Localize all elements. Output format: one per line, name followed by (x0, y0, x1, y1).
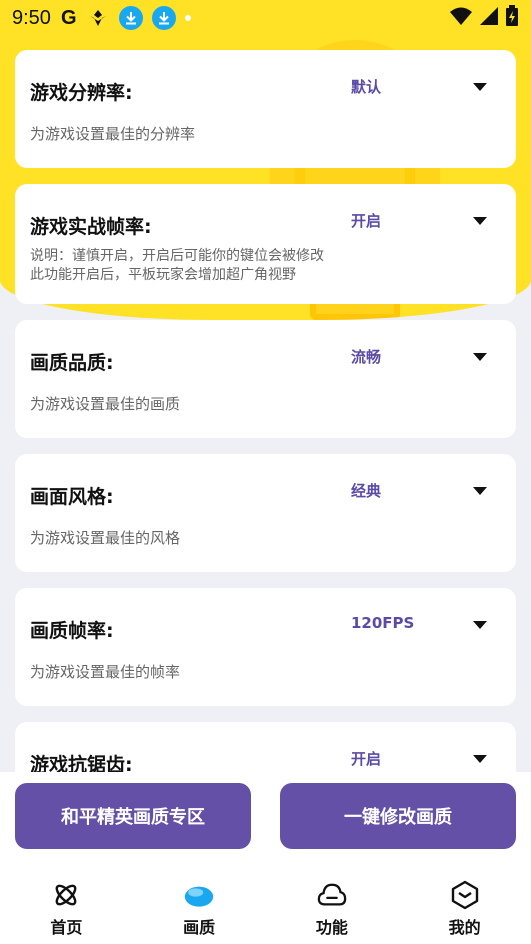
setting-value[interactable]: 开启 (351, 210, 381, 231)
signal-icon (479, 6, 499, 31)
atom-icon (51, 880, 81, 910)
cloud-blue-icon (184, 880, 214, 910)
notification-dot-icon (184, 15, 191, 21)
wifi-icon (449, 6, 473, 31)
setting-value[interactable]: 开启 (351, 748, 381, 769)
setting-description: 为游戏设置最佳的风格 (30, 529, 181, 547)
cube-icon (450, 880, 480, 910)
setting-title: 游戏实战帧率: (30, 216, 152, 238)
setting-description-line-2: 此功能开启后，平板玩家会增加超广角视野 (30, 267, 296, 283)
quality-zone-button[interactable]: 和平精英画质专区 (15, 783, 251, 849)
one-click-modify-button[interactable]: 一键修改画质 (280, 783, 516, 849)
setting-title: 画质品质: (30, 352, 114, 374)
setting-description: 为游戏设置最佳的帧率 (30, 663, 181, 681)
nav-label: 画质 (183, 918, 216, 937)
nav-item-home[interactable]: 首页 (0, 862, 132, 944)
setting-title: 画面风格: (30, 486, 114, 508)
setting-description: 说明：谨慎开启，开启后可能你的键位会被修改 此功能开启后，平板玩家会增加超广角视… (30, 247, 324, 285)
dropdown-arrow-icon[interactable] (473, 353, 487, 361)
dropdown-arrow-icon[interactable] (473, 487, 487, 495)
setting-description-line-1: 说明：谨慎开启，开启后可能你的键位会被修改 (30, 248, 324, 264)
setting-card-resolution[interactable]: 游戏分辨率: 默认 为游戏设置最佳的分辨率 (15, 50, 516, 168)
setting-value[interactable]: 流畅 (351, 346, 381, 367)
dropdown-arrow-icon[interactable] (473, 621, 487, 629)
nav-item-mine[interactable]: 我的 (399, 862, 531, 944)
nav-item-features[interactable]: 功能 (266, 862, 398, 944)
tiktok-sparkle-icon (86, 8, 110, 28)
setting-description: 为游戏设置最佳的分辨率 (30, 125, 196, 143)
nav-label: 首页 (50, 918, 83, 937)
nav-label: 功能 (315, 918, 348, 937)
dropdown-arrow-icon[interactable] (473, 217, 487, 225)
setting-title: 画质帧率: (30, 620, 114, 642)
setting-value[interactable]: 默认 (351, 76, 381, 97)
battery-icon (505, 4, 519, 32)
setting-value[interactable]: 经典 (351, 480, 381, 501)
download-icon (151, 6, 176, 30)
dropdown-arrow-icon[interactable] (473, 755, 487, 763)
status-bar: 9:50 G (0, 0, 531, 36)
setting-card-combat-framerate[interactable]: 游戏实战帧率: 开启 说明：谨慎开启，开启后可能你的键位会被修改 此功能开启后，… (15, 184, 516, 304)
setting-card-quality[interactable]: 画质品质: 流畅 为游戏设置最佳的画质 (15, 320, 516, 438)
status-time: 9:50 (12, 6, 51, 29)
download-icon (118, 6, 143, 30)
setting-description: 为游戏设置最佳的画质 (30, 395, 181, 413)
nav-label: 我的 (448, 918, 481, 937)
dropdown-arrow-icon[interactable] (473, 83, 487, 91)
cloud-outline-icon (317, 880, 347, 910)
setting-title: 游戏分辨率: (30, 82, 133, 104)
setting-card-framerate[interactable]: 画质帧率: 120FPS 为游戏设置最佳的帧率 (15, 588, 516, 706)
action-bar: 和平精英画质专区 一键修改画质 (0, 772, 531, 862)
bottom-nav: 首页 画质 功能 我的 (0, 862, 531, 944)
setting-value[interactable]: 120FPS (351, 614, 414, 632)
setting-card-style[interactable]: 画面风格: 经典 为游戏设置最佳的风格 (15, 454, 516, 572)
google-icon: G (60, 6, 77, 29)
nav-item-quality[interactable]: 画质 (133, 862, 265, 944)
